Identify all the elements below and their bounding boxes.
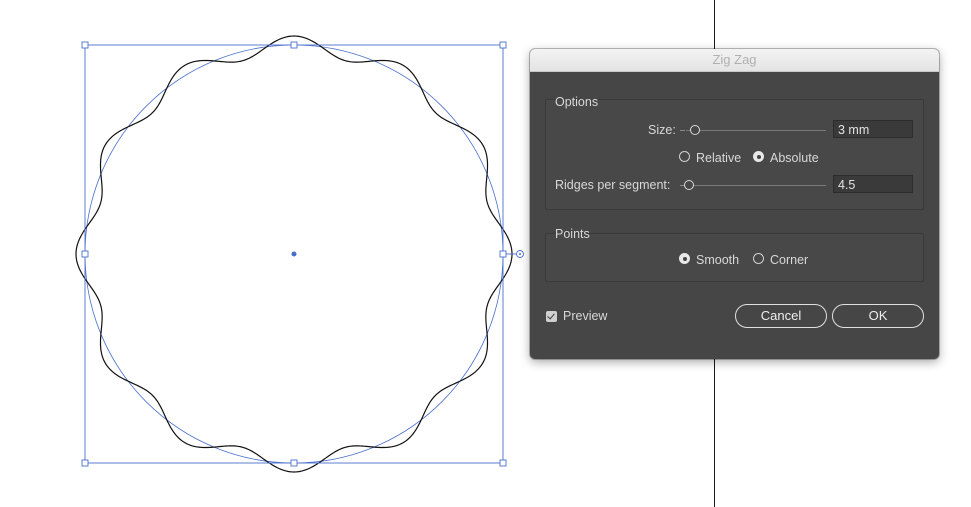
handle-bottom-center[interactable] (290, 459, 298, 467)
size-slider-tick (680, 130, 685, 131)
handle-top-right[interactable] (499, 41, 507, 49)
size-slider-thumb[interactable] (690, 125, 700, 135)
handle-middle-right[interactable] (499, 250, 507, 258)
ok-button[interactable]: OK (832, 304, 924, 328)
size-field[interactable]: 3 mm (833, 120, 913, 138)
corner-radio[interactable] (753, 253, 764, 264)
ridges-field[interactable]: 4.5 (833, 175, 913, 193)
absolute-label[interactable]: Absolute (770, 151, 819, 165)
handle-middle-left[interactable] (81, 250, 89, 258)
handle-top-left[interactable] (81, 41, 89, 49)
preview-checkbox[interactable] (546, 311, 557, 322)
handle-top-center[interactable] (290, 41, 298, 49)
rotate-handle-dot (519, 253, 521, 255)
ridges-label: Ridges per segment: (555, 178, 671, 192)
smooth-label[interactable]: Smooth (696, 253, 739, 267)
cancel-button[interactable]: Cancel (735, 304, 827, 328)
preview-label[interactable]: Preview (563, 309, 607, 323)
size-slider-track (686, 130, 826, 131)
points-group-title: Points (555, 227, 590, 241)
smooth-radio[interactable] (679, 253, 690, 264)
absolute-radio[interactable] (753, 151, 764, 162)
center-point (291, 251, 297, 257)
size-label: Size: (648, 123, 676, 137)
ridges-slider-track (686, 185, 826, 186)
zigzag-dialog: Zig Zag Options Size: 3 mm Relative Abso… (530, 49, 939, 359)
handle-bottom-right[interactable] (499, 459, 507, 467)
ridges-slider-thumb[interactable] (684, 180, 694, 190)
options-group-title: Options (555, 95, 599, 109)
relative-radio[interactable] (679, 151, 690, 162)
corner-label[interactable]: Corner (770, 253, 808, 267)
handle-bottom-left[interactable] (81, 459, 89, 467)
dialog-title: Zig Zag (530, 49, 939, 72)
relative-label[interactable]: Relative (696, 151, 741, 165)
